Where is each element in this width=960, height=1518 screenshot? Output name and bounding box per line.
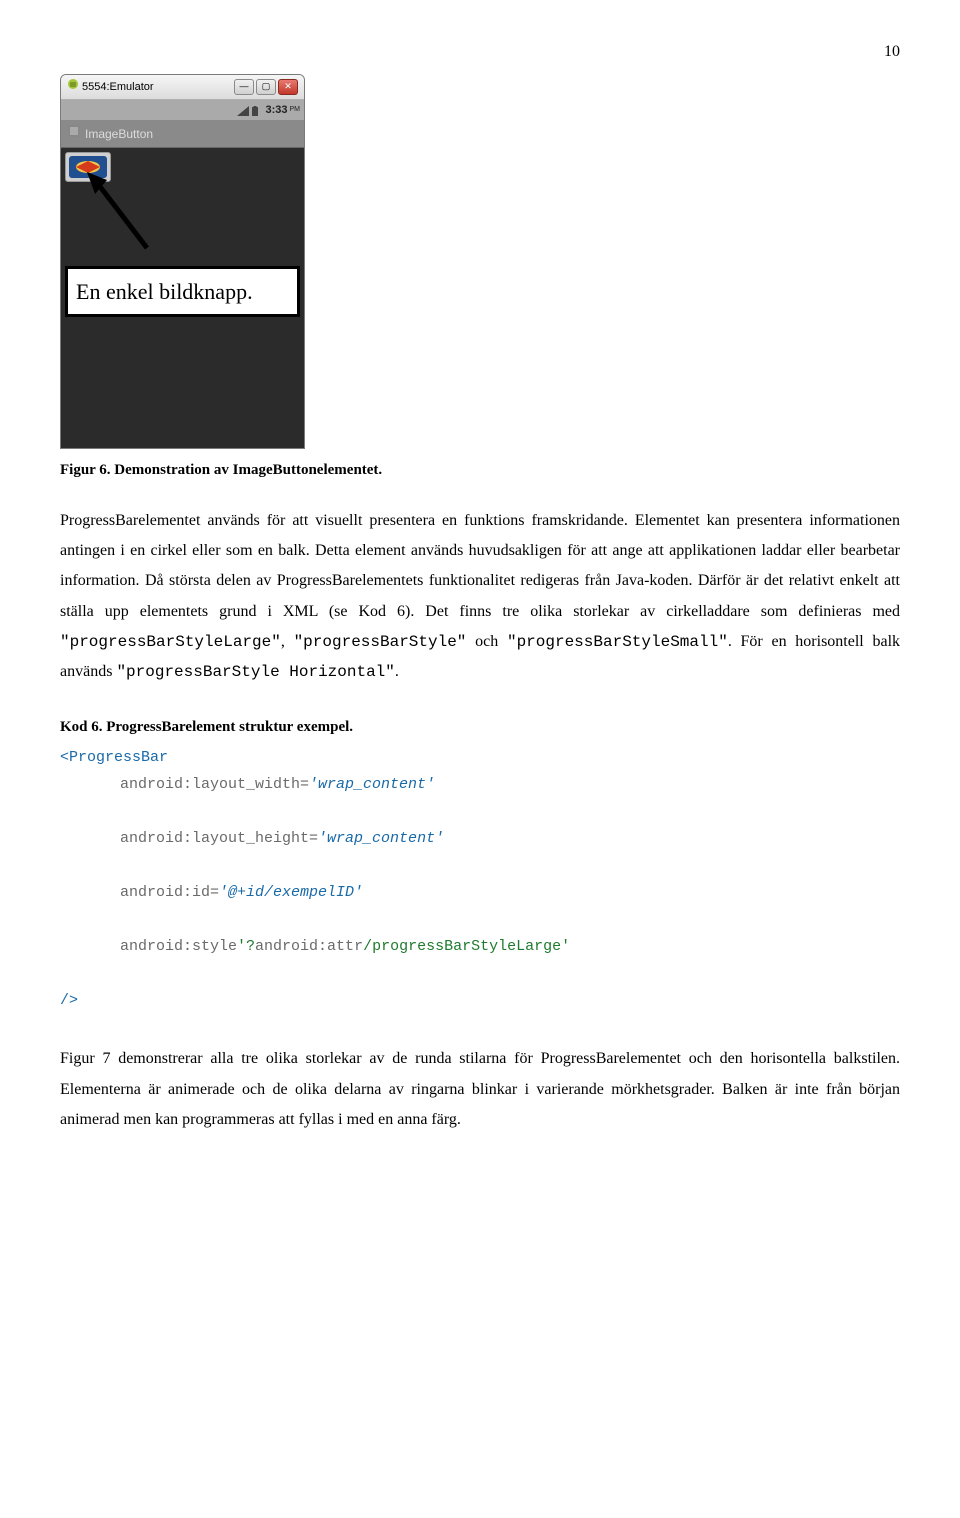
app-icon	[67, 124, 81, 143]
app-body: En enkel bildknapp.	[61, 148, 304, 448]
maximize-button[interactable]: ▢	[256, 79, 276, 95]
figure-caption: Figur 6. Demonstration av ImageButtonele…	[60, 459, 900, 482]
paragraph-2: Figur 7 demonstrerar alla tre olika stor…	[60, 1044, 900, 1135]
paragraph-1: ProgressBarelementet används för att vis…	[60, 506, 900, 688]
code-inline: "progressBarStyle"	[294, 633, 467, 651]
code-block: <ProgressBar android:layout_width='wrap_…	[60, 744, 900, 1014]
window-titlebar: 5554:Emulator — ▢ ✕	[61, 75, 304, 100]
emulator-screenshot: 5554:Emulator — ▢ ✕ 3:33 PM	[60, 74, 305, 449]
signal-icon	[237, 105, 249, 115]
code-heading: Kod 6. ProgressBarelement struktur exemp…	[60, 716, 900, 739]
arrow-annotation	[85, 172, 165, 257]
callout-box: En enkel bildknapp.	[65, 266, 300, 317]
app-header-label: ImageButton	[85, 125, 153, 143]
battery-icon	[251, 105, 263, 115]
minimize-button[interactable]: —	[234, 79, 254, 95]
status-time: 3:33	[265, 102, 287, 119]
status-time-suffix: PM	[290, 105, 301, 116]
code-inline: "progressBarStyleLarge"	[60, 633, 281, 651]
close-button[interactable]: ✕	[278, 79, 298, 95]
code-inline: "progressBarStyle Horizontal"	[116, 663, 394, 681]
app-header: ImageButton	[61, 120, 304, 148]
android-status-bar: 3:33 PM	[61, 100, 304, 121]
android-icon	[67, 78, 79, 96]
code-inline: "progressBarStyleSmall"	[507, 633, 728, 651]
window-title: 5554:Emulator	[82, 79, 154, 96]
page-number: 10	[60, 40, 900, 64]
